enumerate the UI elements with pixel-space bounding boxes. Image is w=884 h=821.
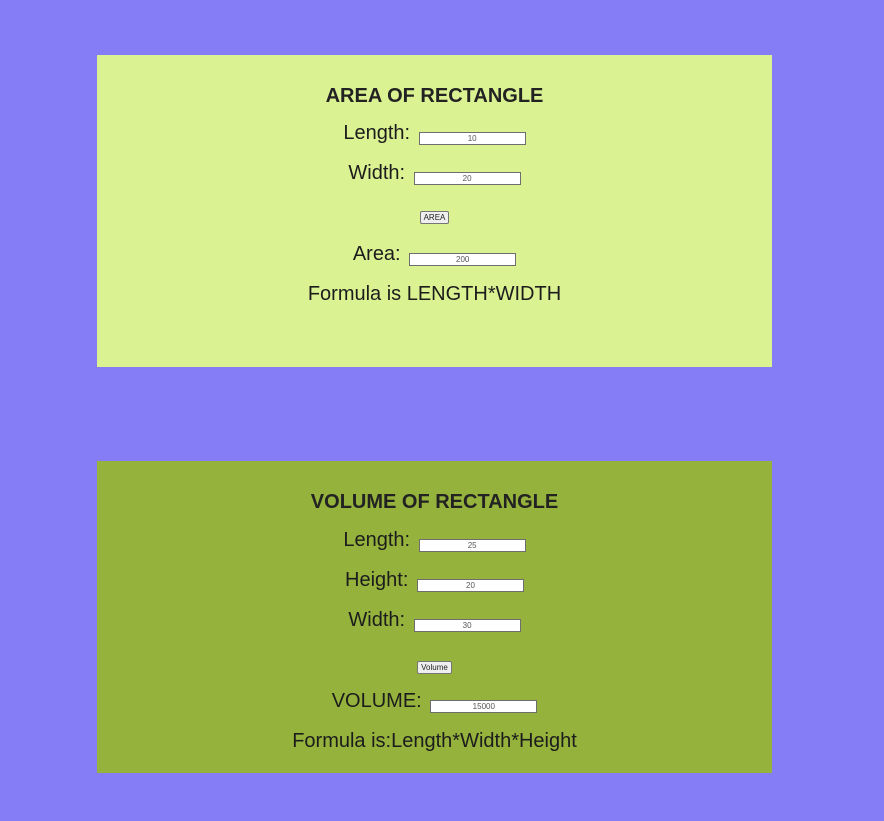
volume-height-input[interactable]: 20 (416, 579, 524, 592)
volume-result-row: VOLUME: 15000 (97, 689, 772, 713)
area-length-input[interactable]: 10 (418, 132, 526, 145)
area-panel: AREA OF RECTANGLE Length: 10 Width: 20 A… (97, 55, 772, 367)
area-button[interactable]: AREA (419, 211, 450, 224)
volume-button-row: Volume (97, 657, 772, 674)
volume-panel: VOLUME OF RECTANGLE Length: 25 Height: 2… (97, 461, 772, 773)
area-width-label: Width: (348, 162, 406, 184)
area-width-row: Width: 20 (97, 161, 772, 185)
volume-width-label: Width: (348, 609, 406, 631)
volume-length-label: Length: (343, 529, 411, 551)
volume-title: VOLUME OF RECTANGLE (310, 491, 559, 513)
volume-result-input[interactable]: 15000 (430, 700, 538, 713)
volume-height-label: Height: (345, 569, 409, 591)
volume-length-input[interactable]: 25 (418, 539, 526, 552)
area-result-input[interactable]: 200 (409, 253, 517, 266)
volume-formula: Formula is:Length*Width*Height (292, 730, 577, 752)
area-title: AREA OF RECTANGLE (325, 85, 544, 107)
volume-length-row: Length: 25 (97, 528, 772, 552)
area-length-row: Length: 10 (97, 121, 772, 145)
area-width-input[interactable]: 20 (413, 172, 521, 185)
volume-width-row: Width: 30 (97, 608, 772, 632)
area-result-row: Area: 200 (97, 242, 772, 266)
volume-height-row: Height: 20 (97, 568, 772, 592)
volume-result-label: VOLUME: (331, 690, 422, 712)
area-button-row: AREA (97, 207, 772, 224)
area-length-label: Length: (343, 122, 411, 144)
area-result-label: Area: (352, 243, 401, 265)
area-formula: Formula is LENGTH*WIDTH (307, 283, 562, 305)
volume-width-input[interactable]: 30 (413, 619, 521, 632)
volume-button[interactable]: Volume (417, 661, 452, 674)
